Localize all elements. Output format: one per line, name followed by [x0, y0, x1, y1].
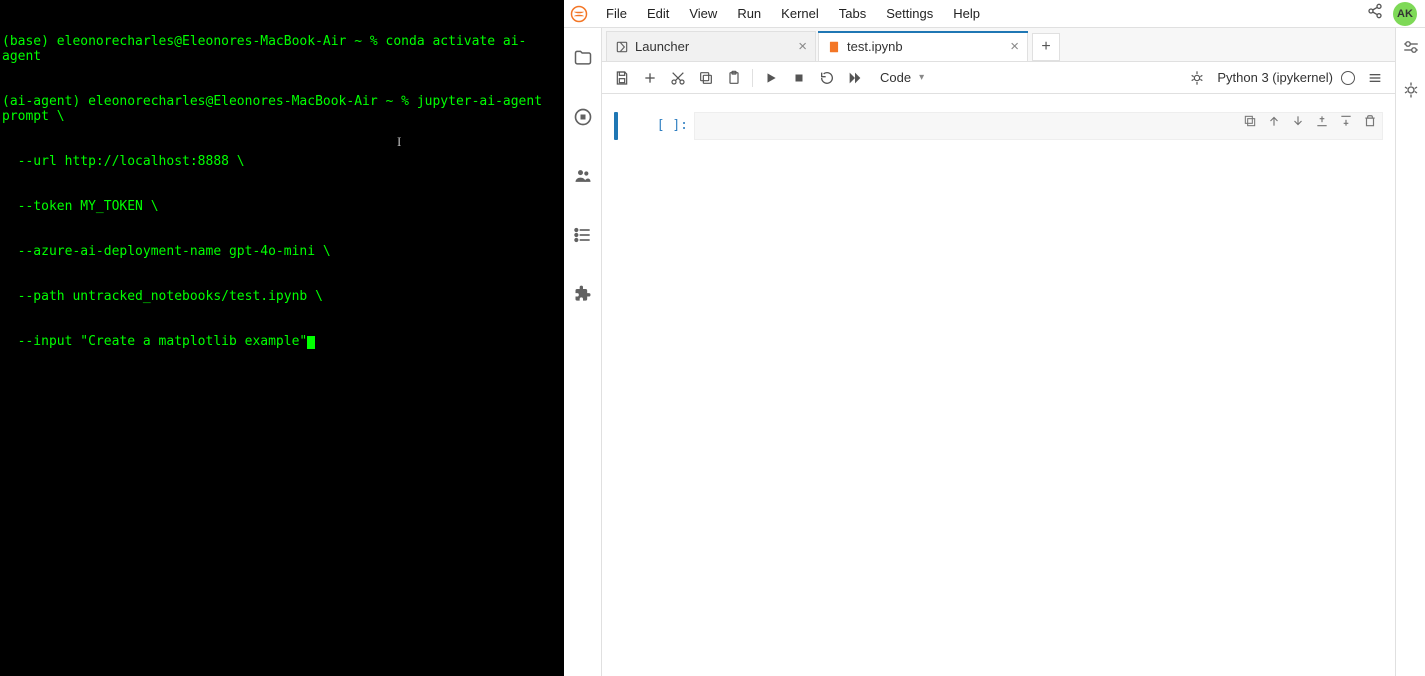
jupyter-logo-icon	[568, 3, 590, 25]
menu-edit[interactable]: Edit	[637, 2, 679, 25]
jupyterlab-app: File Edit View Run Kernel Tabs Settings …	[564, 0, 1425, 676]
run-all-button[interactable]	[843, 66, 867, 90]
move-down-icon[interactable]	[1291, 114, 1305, 133]
tab-launcher[interactable]: Launcher ×	[606, 31, 816, 61]
stop-button[interactable]	[787, 66, 811, 90]
code-cell[interactable]: [ ]:	[614, 112, 1383, 140]
tab-notebook[interactable]: test.ipynb ×	[818, 31, 1028, 61]
delete-cell-icon[interactable]	[1363, 114, 1377, 133]
kernel-status-idle-icon	[1341, 71, 1355, 85]
tab-label: test.ipynb	[847, 39, 903, 54]
share-icon[interactable]	[1367, 3, 1383, 24]
insert-above-icon[interactable]	[1315, 114, 1329, 133]
terminal-line: --azure-ai-deployment-name gpt-4o-mini \	[2, 244, 562, 259]
menu-help[interactable]: Help	[943, 2, 990, 25]
notebook-icon	[827, 40, 841, 54]
tab-label: Launcher	[635, 39, 689, 54]
paste-button[interactable]	[722, 66, 746, 90]
table-of-contents-icon[interactable]	[573, 225, 593, 250]
right-sidebar	[1395, 28, 1425, 676]
new-tab-button[interactable]: +	[1032, 33, 1060, 61]
close-icon[interactable]: ×	[798, 38, 807, 55]
separator	[752, 69, 753, 87]
menu-run[interactable]: Run	[727, 2, 771, 25]
running-kernels-icon[interactable]	[573, 107, 593, 132]
left-sidebar	[564, 28, 602, 676]
add-cell-button[interactable]	[638, 66, 662, 90]
close-icon[interactable]: ×	[1010, 38, 1019, 55]
insert-below-icon[interactable]	[1339, 114, 1353, 133]
menu-view[interactable]: View	[679, 2, 727, 25]
notebook-body[interactable]: [ ]:	[602, 94, 1395, 676]
property-inspector-icon[interactable]	[1402, 38, 1420, 61]
copy-button[interactable]	[694, 66, 718, 90]
menu-file[interactable]: File	[596, 2, 637, 25]
debugger-panel-icon[interactable]	[1402, 81, 1420, 104]
chevron-down-icon: ▾	[919, 72, 924, 83]
cell-type-value: Code	[876, 68, 915, 87]
tab-bar: Launcher × test.ipynb × +	[602, 28, 1395, 62]
launcher-icon	[615, 40, 629, 54]
terminal-cursor	[307, 336, 315, 349]
notebook-toolbar: Code ▾ Python 3 (ipykernel)	[602, 62, 1395, 94]
text-caret-icon: I	[397, 134, 401, 149]
cut-button[interactable]	[666, 66, 690, 90]
run-button[interactable]	[759, 66, 783, 90]
menu-settings[interactable]: Settings	[876, 2, 943, 25]
cell-prompt: [ ]:	[632, 112, 688, 133]
kernel-name[interactable]: Python 3 (ipykernel)	[1217, 70, 1333, 85]
avatar[interactable]: AK	[1393, 2, 1417, 26]
menu-tabs[interactable]: Tabs	[829, 2, 876, 25]
duplicate-cell-icon[interactable]	[1243, 114, 1257, 133]
terminal-line: --url http://localhost:8888 \	[2, 154, 562, 169]
more-options-icon[interactable]	[1363, 66, 1387, 90]
terminal-line: (ai-agent) eleonorecharles@Eleonores-Mac…	[2, 94, 562, 124]
users-icon[interactable]	[573, 166, 593, 191]
move-up-icon[interactable]	[1267, 114, 1281, 133]
cell-active-bar	[614, 112, 618, 140]
main-area: Launcher × test.ipynb × +	[602, 28, 1395, 676]
terminal-line: --path untracked_notebooks/test.ipynb \	[2, 289, 562, 304]
terminal-line: --token MY_TOKEN \	[2, 199, 562, 214]
terminal-pane[interactable]: (base) eleonorecharles@Eleonores-MacBook…	[0, 0, 564, 676]
terminal-line: --input "Create a matplotlib example"	[2, 334, 562, 349]
cell-toolbar	[1243, 114, 1377, 133]
menubar: File Edit View Run Kernel Tabs Settings …	[564, 0, 1425, 28]
file-browser-icon[interactable]	[573, 48, 593, 73]
extensions-icon[interactable]	[573, 284, 593, 309]
debugger-icon[interactable]	[1185, 66, 1209, 90]
cell-type-select[interactable]: Code ▾	[871, 67, 929, 88]
restart-button[interactable]	[815, 66, 839, 90]
terminal-line: (base) eleonorecharles@Eleonores-MacBook…	[2, 34, 562, 64]
save-button[interactable]	[610, 66, 634, 90]
menu-kernel[interactable]: Kernel	[771, 2, 829, 25]
